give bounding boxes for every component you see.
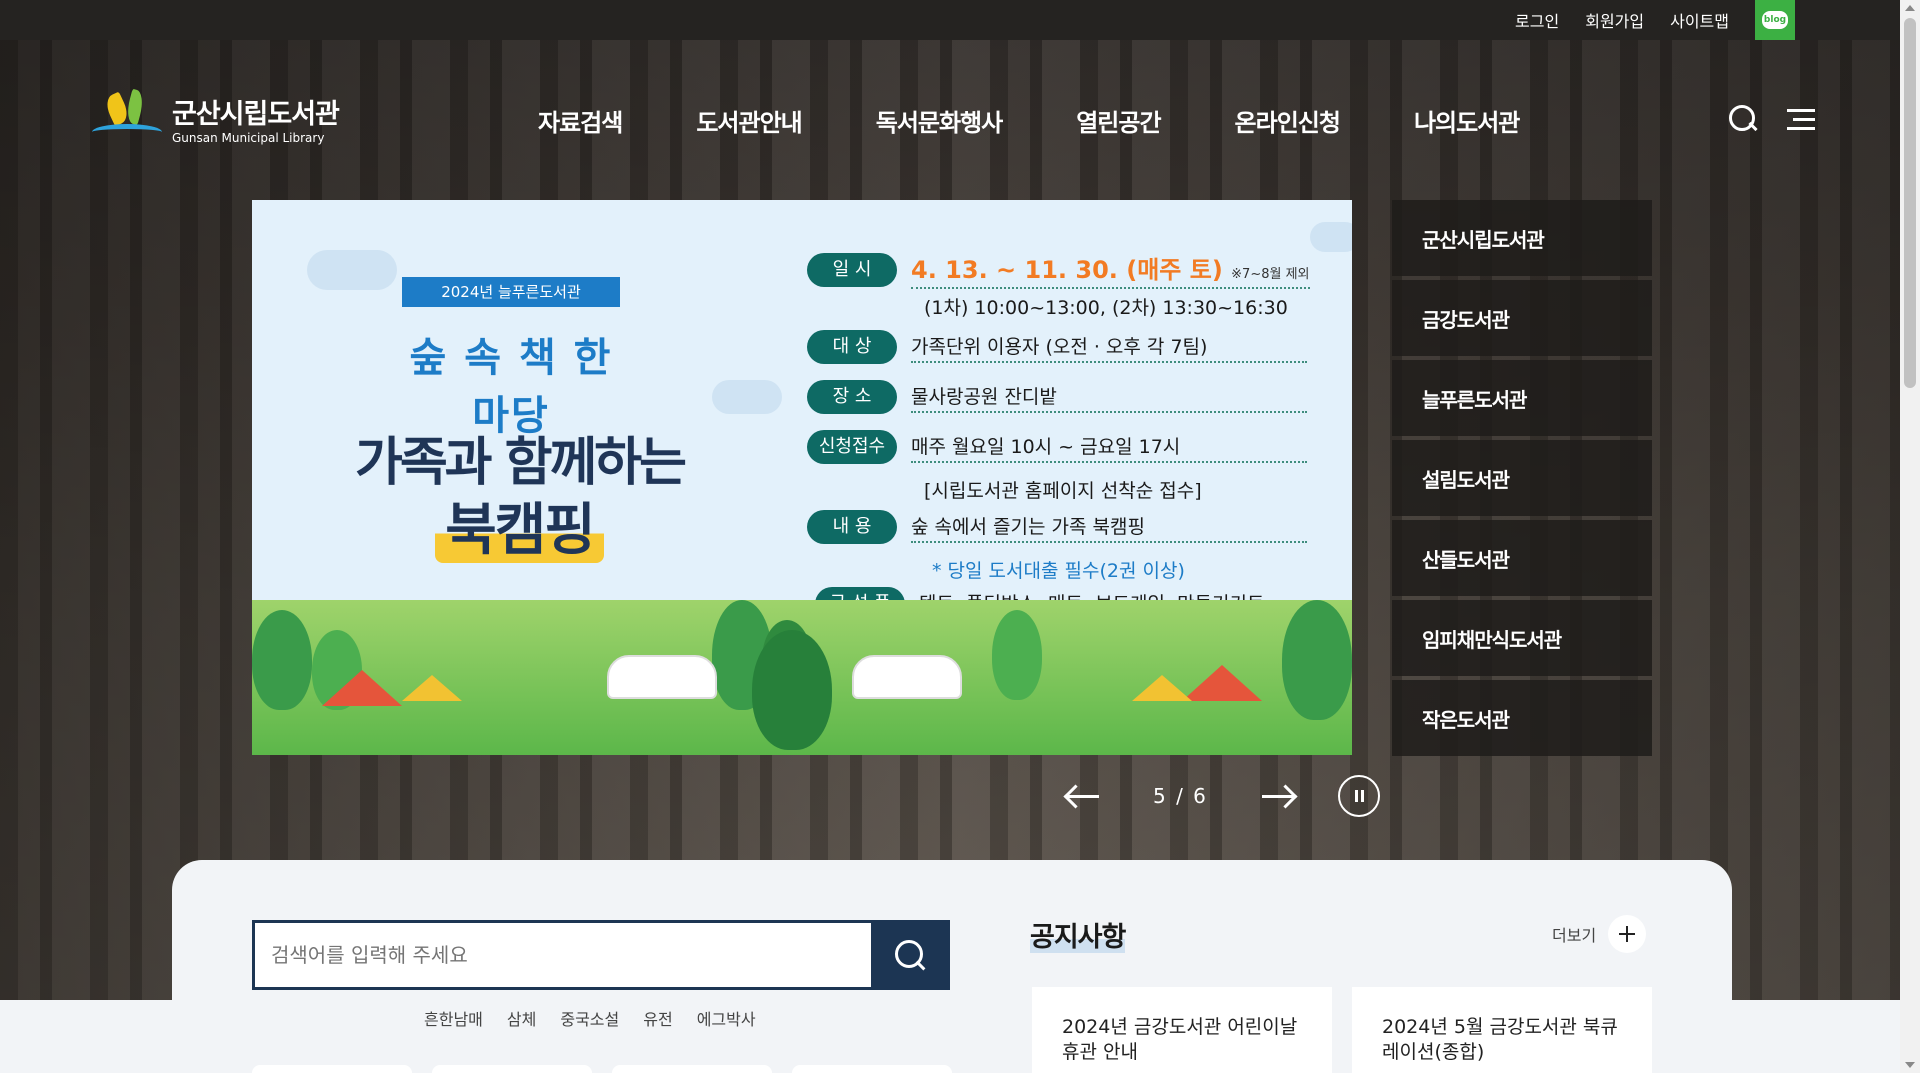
notice-heading: 공지사항 [1030, 922, 1126, 953]
more-label: 더보기 [1552, 926, 1597, 945]
top-bar: 로그인 회원가입 사이트맵 blog [0, 0, 1900, 40]
search-icon[interactable] [1729, 105, 1759, 135]
nav-item-my-library[interactable]: 나의도서관 [1414, 103, 1520, 138]
quick-link[interactable] [792, 1065, 952, 1073]
nav-item-reading-events[interactable]: 독서문화행사 [876, 103, 1003, 138]
tab-seollim-library[interactable]: 설림도서관 [1392, 440, 1652, 516]
keyword-item[interactable]: 유전 [643, 1006, 672, 1030]
main-nav: 자료검색 도서관안내 독서문화행사 열린공간 온라인신청 나의도서관 [538, 103, 1520, 138]
keyword-item[interactable]: 흔한남매 [424, 1006, 483, 1030]
top-links: 로그인 회원가입 사이트맵 blog [1515, 0, 1795, 40]
tab-sandeul-library[interactable]: 산들도서관 [1392, 520, 1652, 596]
banner-title-line1: 가족과 함께하는 [355, 433, 687, 493]
keyword-item[interactable]: 삼체 [507, 1006, 536, 1030]
next-arrow-icon[interactable] [1258, 786, 1298, 806]
banner-tag: 2024년 늘푸른도서관 [402, 277, 620, 307]
blog-icon: blog [1762, 11, 1788, 29]
pause-icon[interactable] [1337, 775, 1380, 817]
header-utilities [1729, 105, 1815, 135]
info-row-content: 내 용 숲 속에서 즐기는 가족 북캠핑 [807, 510, 1307, 544]
library-logo-icon [92, 88, 162, 146]
sitemap-link[interactable]: 사이트맵 [1670, 8, 1729, 32]
tab-geumgang-library[interactable]: 금강도서관 [1392, 280, 1652, 356]
keyword-item[interactable]: 중국소설 [560, 1006, 619, 1030]
menu-icon[interactable] [1787, 109, 1815, 131]
nav-item-library-info[interactable]: 도서관안내 [696, 103, 802, 138]
tab-gunsan-library[interactable]: 군산시립도서관 [1392, 200, 1652, 276]
nav-item-online-apply[interactable]: 온라인신청 [1235, 103, 1341, 138]
site-logo[interactable]: 군산시립도서관 Gunsan Municipal Library [92, 88, 340, 146]
nav-item-open-space[interactable]: 열린공간 [1076, 103, 1161, 138]
nav-item-search[interactable]: 자료검색 [538, 103, 623, 138]
info-row-apply: 신청접수 매주 월요일 10시 ~ 금요일 17시 [807, 430, 1307, 464]
info-content-note: * 당일 도서대출 필수(2권 이상) [932, 560, 1185, 582]
info-row-target: 대 상 가족단위 이용자 (오전 · 오후 각 7팀) [807, 330, 1307, 364]
notice-card[interactable]: 2024년 금강도서관 어린이날 휴관 안내 [1032, 987, 1332, 1073]
quick-link[interactable] [432, 1065, 592, 1073]
quick-link[interactable] [612, 1065, 772, 1073]
info-row-date: 일 시 4. 13. ~ 11. 30. (매주 토) ※7~8월 제외 [807, 250, 1310, 289]
event-banner[interactable]: 2024년 늘푸른도서관 숲 속 책 한마당 가족과 함께하는 북캠핑 일 시 … [252, 200, 1352, 755]
popular-keywords: 흔한남매 삼체 중국소설 유전 에그박사 [424, 1006, 756, 1030]
plus-icon [1608, 915, 1647, 953]
banner-title-line2: 북캠핑 [332, 485, 707, 566]
notice-card[interactable]: 2024년 5월 금강도서관 북큐레이션(종합) [1352, 987, 1652, 1073]
logo-name-ko: 군산시립도서관 [172, 98, 340, 130]
library-tabs: 군산시립도서관 금강도서관 늘푸른도서관 설림도서관 산들도서관 임피채만식도서… [1392, 200, 1652, 760]
main-content-panel: 흔한남매 삼체 중국소설 유전 에그박사 공지사항 더보기 2024년 금강도서… [172, 860, 1732, 1073]
search-button[interactable] [870, 920, 950, 990]
slide-counter: 5 / 6 [1153, 784, 1208, 808]
login-link[interactable]: 로그인 [1515, 8, 1559, 32]
search-input[interactable] [252, 920, 871, 990]
logo-name-en: Gunsan Municipal Library [172, 130, 325, 145]
page-scrollbar[interactable] [1900, 0, 1920, 1073]
search-box [252, 920, 950, 990]
info-apply-note: [시립도서관 홈페이지 선착순 접수] [924, 480, 1202, 502]
tab-small-library[interactable]: 작은도서관 [1392, 680, 1652, 756]
keyword-item[interactable]: 에그박사 [697, 1006, 756, 1030]
info-times: (1차) 10:00~13:00, (2차) 13:30~16:30 [924, 297, 1288, 319]
prev-arrow-icon[interactable] [1063, 786, 1103, 806]
campsite-illustration [252, 600, 1352, 755]
slider-controls: 5 / 6 [1063, 775, 1380, 817]
notice-more-button[interactable]: 더보기 [1552, 915, 1647, 953]
info-row-place: 장 소 물사랑공원 잔디밭 [807, 380, 1307, 414]
signup-link[interactable]: 회원가입 [1585, 8, 1644, 32]
blog-button[interactable]: blog [1755, 0, 1795, 40]
tab-neulpureun-library[interactable]: 늘푸른도서관 [1392, 360, 1652, 436]
tab-impi-library[interactable]: 임피채만식도서관 [1392, 600, 1652, 676]
quick-link[interactable] [252, 1065, 412, 1073]
